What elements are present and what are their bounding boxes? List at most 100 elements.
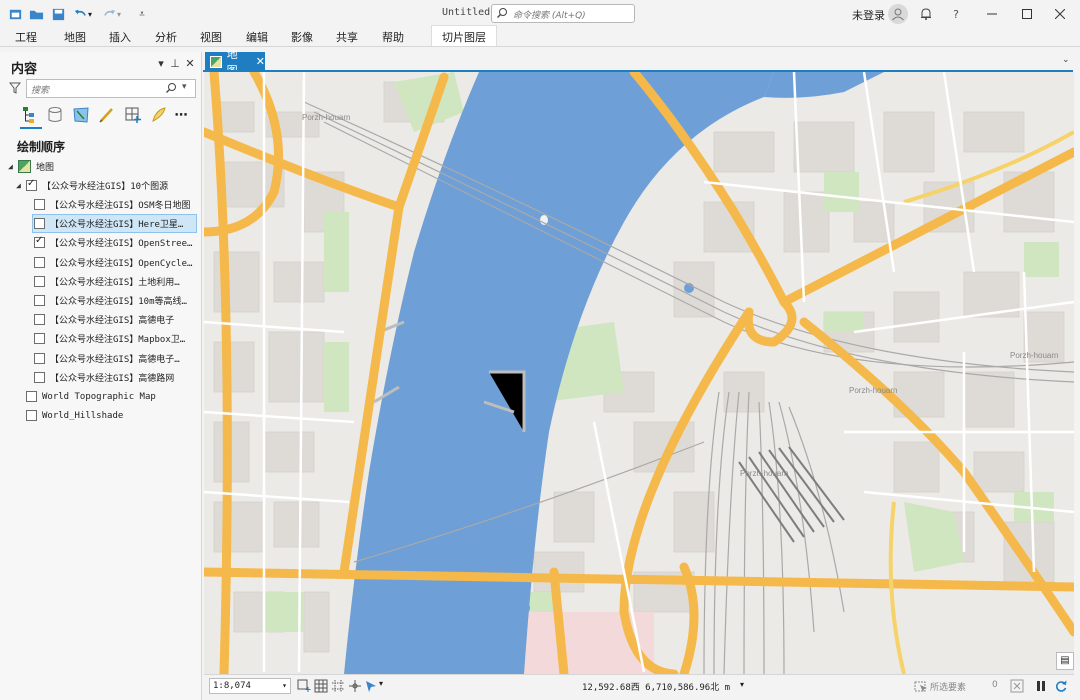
layer-row[interactable]: 【公众号水经注GIS】OpenCycle… <box>34 253 192 272</box>
undo-dropdown-icon[interactable]: ▾ <box>85 5 95 23</box>
grid-icon[interactable] <box>314 679 328 693</box>
map-canvas[interactable]: Porzh-houarn Porzh-houarn Porzh-houarn P… <box>204 72 1074 674</box>
basemap-layer-row[interactable]: World Topographic Map <box>26 387 156 406</box>
drawing-order-icon[interactable] <box>20 104 42 126</box>
layer-row[interactable]: 【公众号水经注GIS】土地利用… <box>34 272 180 291</box>
layer-row[interactable]: 【公众号水经注GIS】Here卫星… <box>32 214 197 234</box>
command-search-input[interactable]: 命令搜索 (Alt+Q) <box>491 4 635 23</box>
layer-row[interactable]: 【公众号水经注GIS】高德电子… <box>34 349 180 368</box>
selected-features-count: 0 <box>992 680 998 690</box>
tab-analysis[interactable]: 分析 <box>155 29 177 45</box>
layer-row[interactable]: 【公众号水经注GIS】OpenStree… <box>34 233 192 252</box>
search-icon <box>497 8 507 18</box>
layer-visibility-checkbox[interactable] <box>34 371 45 383</box>
basemap-layer-label: World Topographic Map <box>42 391 156 402</box>
tab-tile-layer[interactable]: 切片图层 <box>431 25 497 47</box>
selected-features-label[interactable]: 所选要素 <box>930 680 966 693</box>
filter-icon[interactable] <box>9 82 21 94</box>
new-project-icon[interactable] <box>6 5 24 23</box>
toolbar-active-indicator <box>20 127 42 129</box>
redo-dropdown-icon[interactable]: ▾ <box>114 5 124 23</box>
map-icon <box>210 55 222 68</box>
status-tools-dropdown-icon[interactable]: ▾ <box>379 679 393 693</box>
layer-search-input[interactable]: 搜索 ▾ <box>26 79 196 98</box>
layer-row[interactable]: 【公众号水经注GIS】高德路网 <box>34 368 174 387</box>
labeling-icon[interactable] <box>148 104 170 126</box>
layer-visibility-checkbox[interactable] <box>26 410 37 422</box>
layer-row[interactable]: 【公众号水经注GIS】10m等高线… <box>34 291 187 310</box>
open-folder-icon[interactable] <box>27 5 45 23</box>
fixed-zoom-icon[interactable] <box>297 679 311 693</box>
crosshair-icon[interactable] <box>348 679 362 693</box>
layer-visibility-checkbox[interactable] <box>34 235 45 249</box>
clear-selection-icon[interactable] <box>1010 679 1024 693</box>
tab-insert[interactable]: 插入 <box>109 29 131 45</box>
layer-visibility-checkbox[interactable] <box>34 256 45 268</box>
save-icon[interactable] <box>49 5 67 23</box>
place-label: Porzh-houarn <box>1010 351 1058 360</box>
command-search-placeholder: 命令搜索 (Alt+Q) <box>513 11 586 21</box>
catalog-side-icon[interactable]: ▤ <box>1056 652 1074 670</box>
layer-visibility-checkbox[interactable] <box>34 218 45 230</box>
tree-group-layer[interactable]: ◢ 【公众号水经注GIS】10个图源 <box>16 176 168 195</box>
avatar[interactable] <box>888 4 908 24</box>
minimize-icon[interactable] <box>982 4 1002 24</box>
refresh-icon[interactable] <box>1054 679 1068 693</box>
collapse-arrow-icon[interactable]: ◢ <box>8 162 18 171</box>
snapping-icon[interactable] <box>122 104 144 126</box>
navigation-icon[interactable] <box>364 679 378 693</box>
pause-drawing-icon[interactable] <box>1034 679 1048 693</box>
maximize-icon[interactable] <box>1017 4 1037 24</box>
layer-visibility-checkbox[interactable] <box>34 352 45 364</box>
pin-icon[interactable]: ⊥ <box>169 58 181 70</box>
tab-help[interactable]: 帮助 <box>382 29 404 45</box>
snapping-grid-icon[interactable] <box>331 679 345 693</box>
close-tab-icon[interactable]: ✕ <box>256 55 265 68</box>
map-scale-value: 1:8,074 <box>213 681 251 691</box>
pane-options-chevron-icon[interactable]: ▾ <box>155 58 167 70</box>
layer-label: 【公众号水经注GIS】Here卫星… <box>50 220 184 231</box>
tab-project[interactable]: 工程 <box>15 29 37 45</box>
tab-imagery[interactable]: 影像 <box>291 29 313 45</box>
help-icon[interactable]: ? <box>946 4 966 24</box>
tab-map[interactable]: 地图 <box>64 29 86 45</box>
coordinate-units-dropdown-icon[interactable]: ▾ <box>740 680 744 689</box>
layer-visibility-checkbox[interactable] <box>34 314 45 326</box>
more-options-icon[interactable]: ⋯ <box>170 104 192 126</box>
close-pane-icon[interactable]: ✕ <box>184 58 196 70</box>
tab-share[interactable]: 共享 <box>336 29 358 45</box>
layer-label: 【公众号水经注GIS】高德路网 <box>50 373 175 384</box>
notifications-bell-icon[interactable] <box>916 4 936 24</box>
collapse-arrow-icon[interactable]: ◢ <box>16 181 26 190</box>
tab-edit[interactable]: 编辑 <box>246 29 268 45</box>
basemap-layer-row[interactable]: World_Hillshade <box>26 406 123 425</box>
layer-visibility-checkbox[interactable] <box>34 333 45 345</box>
tab-view[interactable]: 视图 <box>200 29 222 45</box>
ribbon-divider <box>0 46 1080 47</box>
layer-row[interactable]: 【公众号水经注GIS】OSM冬日地图 <box>34 195 191 214</box>
editing-icon[interactable] <box>96 104 118 126</box>
layer-visibility-checkbox[interactable] <box>26 178 37 191</box>
layer-visibility-checkbox[interactable] <box>34 295 45 306</box>
tree-map-node[interactable]: ◢ 地图 <box>8 157 54 176</box>
view-overflow-chevron-icon[interactable]: ⌄ <box>1062 55 1070 65</box>
layer-label: 【公众号水经注GIS】OpenCycle… <box>50 258 193 269</box>
map-node-label: 地图 <box>36 163 55 173</box>
search-dropdown-icon[interactable]: ▾ <box>182 82 187 92</box>
layer-visibility-checkbox[interactable] <box>26 391 37 402</box>
layer-visibility-checkbox[interactable] <box>34 199 45 210</box>
sign-in-status[interactable]: 未登录 <box>852 7 885 23</box>
tab-map-view[interactable]: 地图 ✕ <box>205 48 265 77</box>
place-label: Porzh-houarn <box>302 113 350 122</box>
selection-icon[interactable] <box>70 104 92 126</box>
layer-label: 【公众号水经注GIS】Mapbox卫… <box>50 335 186 346</box>
layer-row[interactable]: 【公众号水经注GIS】Mapbox卫… <box>34 329 185 348</box>
data-source-icon[interactable] <box>44 104 66 126</box>
cursor-coordinates: 12,592.68西 6,710,586.96北 m <box>582 683 731 693</box>
layer-visibility-checkbox[interactable] <box>34 275 45 287</box>
close-icon[interactable] <box>1050 4 1070 24</box>
layer-row[interactable]: 【公众号水经注GIS】高德电子 <box>34 310 174 329</box>
map-scale-select[interactable]: 1:8,074 ▾ <box>209 678 291 694</box>
layer-label: 【公众号水经注GIS】高德电子… <box>50 354 180 365</box>
customize-toolbar-icon[interactable]: ⩡ <box>133 5 151 23</box>
